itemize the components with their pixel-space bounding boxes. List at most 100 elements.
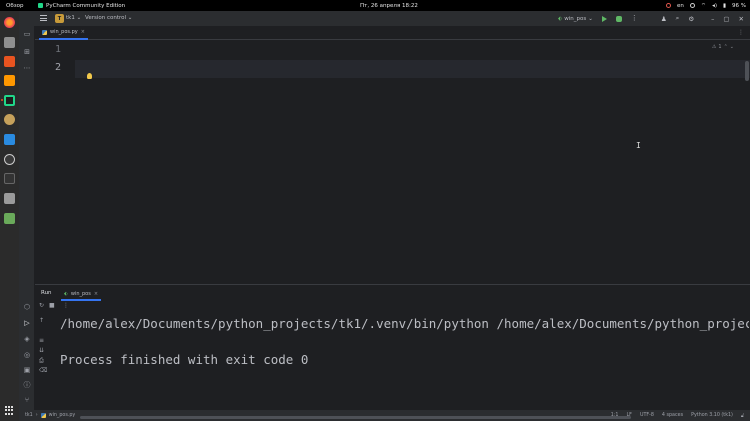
battery-icon: ▮ <box>722 2 727 9</box>
console-exit-line: Process finished with exit code 0 <box>60 352 309 367</box>
pycharm-icon[interactable] <box>4 95 15 106</box>
run-panel-header: Run ⬖ win_pos × <box>35 284 750 301</box>
run-toolbar: ↻ ■ ⋮ <box>35 300 750 311</box>
software-icon[interactable] <box>4 56 15 67</box>
python-packages-icon[interactable]: ⬡ <box>23 303 31 311</box>
project-tool-icon[interactable]: ▭ <box>23 30 31 38</box>
more-actions-icon[interactable]: ⋮ <box>631 15 638 22</box>
record-icon <box>666 3 672 8</box>
sublime-icon[interactable] <box>4 75 15 86</box>
activities-button[interactable]: Обзор <box>6 3 24 9</box>
title-actions: ⬖ win_pos ⌄ ⋮ ♟ ⌕ ⚙ – ▢ ✕ <box>558 13 744 24</box>
system-tray[interactable]: en ⌔ ◂) ▮ 96 % <box>666 2 746 9</box>
firefox-icon[interactable] <box>4 17 15 28</box>
mouse-cursor: I <box>636 141 641 150</box>
file-encoding[interactable]: UTF-8 <box>640 413 654 419</box>
inspection-widget[interactable]: ⚠ 1 ⌃ ⌄ <box>712 44 734 50</box>
ide-title-bar: T tk1 ⌄ Version control ⌄ ⬖ win_pos ⌄ ⋮ … <box>19 11 750 26</box>
editor-tab[interactable]: win_pos.py × <box>39 26 88 40</box>
close-icon[interactable]: × <box>81 29 85 35</box>
rerun-icon[interactable]: ↻ <box>39 302 44 309</box>
active-indicator <box>1 99 3 101</box>
stop-icon[interactable]: ■ <box>49 302 55 309</box>
clock[interactable]: Пт, 26 апреля 18:22 <box>360 3 418 9</box>
editor-tab-bar: win_pos.py × ⋮ <box>35 26 750 40</box>
trash-icon[interactable] <box>4 213 15 224</box>
files-icon[interactable] <box>4 37 15 48</box>
structure-tool-icon[interactable]: ⊞ <box>23 48 31 56</box>
trash-icon[interactable]: ⌫ <box>39 367 47 374</box>
line-number: 1 <box>54 44 61 55</box>
console-hscrollbar[interactable] <box>80 416 631 419</box>
user-icon[interactable]: ♟ <box>661 15 667 23</box>
python-file-icon <box>40 413 46 418</box>
python-file-icon <box>42 29 47 35</box>
more-tools-icon[interactable]: ⋯ <box>23 64 31 72</box>
python-console-icon[interactable]: ◎ <box>23 351 31 359</box>
breadcrumb-project[interactable]: tk1 <box>25 413 33 418</box>
more-tabs-icon[interactable]: ⋮ <box>738 29 744 36</box>
breadcrumb: tk1 › win_pos.py <box>25 413 75 418</box>
main-menu-icon[interactable] <box>40 15 47 21</box>
disk-icon[interactable] <box>4 193 15 204</box>
current-line-highlight <box>75 60 750 78</box>
editor-scrollbar[interactable] <box>745 61 749 81</box>
debug-icon[interactable] <box>615 15 622 22</box>
warning-icon: ⚠ <box>711 44 717 50</box>
run-tool-icon[interactable]: ▷ <box>23 319 31 327</box>
minimize-icon[interactable]: – <box>711 15 714 23</box>
console-command-line: /home/alex/Documents/python_projects/tk1… <box>60 316 749 331</box>
python-run-icon: ⬖ <box>558 15 563 22</box>
maximize-icon[interactable]: ▢ <box>723 15 729 23</box>
run-console-output[interactable]: /home/alex/Documents/python_projects/tk1… <box>49 311 749 411</box>
project-badge[interactable]: T <box>55 14 64 23</box>
close-icon[interactable]: ✕ <box>739 15 744 23</box>
indent-setting[interactable]: 4 spaces <box>662 413 683 419</box>
chevron-down-icon: ⌄ <box>588 15 593 22</box>
system-top-bar: Обзор PyCharm Community Edition Пт, 26 а… <box>0 0 750 11</box>
close-icon[interactable]: × <box>94 291 98 297</box>
lock-icon[interactable]: 🔓︎ <box>741 413 744 419</box>
run-icon[interactable] <box>601 15 607 22</box>
keyboard-layout[interactable]: en <box>677 3 684 9</box>
run-side-toolbar: ↑ ≡ ⇊ ⎙ ⌫ <box>35 311 49 411</box>
vscode-icon[interactable] <box>4 134 15 145</box>
python-run-icon: ⬖ <box>64 290 68 297</box>
search-icon[interactable]: ⌕ <box>676 14 680 23</box>
chevron-right-icon: › <box>35 413 38 418</box>
more-actions-icon[interactable]: ⋮ <box>63 302 69 309</box>
layers-icon[interactable]: ◈ <box>23 335 31 343</box>
run-config-selector[interactable]: ⬖ win_pos ⌄ <box>558 16 593 22</box>
code-editor[interactable]: 1 2 ⚠ 1 ⌃ ⌄ I <box>35 40 750 284</box>
app-name-label: PyCharm Community Edition <box>46 2 126 9</box>
chevron-down-icon: ⌄ <box>76 15 82 21</box>
scroll-up-icon[interactable]: ↑ <box>39 317 44 324</box>
python-interpreter[interactable]: Python 3.10 (tk1) <box>691 413 733 419</box>
project-selector[interactable]: tk1 ⌄ <box>66 15 81 21</box>
chevron-down-icon: ⌄ <box>127 15 133 21</box>
scroll-end-icon[interactable]: ⇊ <box>39 347 44 354</box>
tab-label: win_pos.py <box>50 29 78 35</box>
dock <box>0 11 19 421</box>
print-icon[interactable]: ⎙ <box>39 357 44 365</box>
gimp-icon[interactable] <box>4 114 15 125</box>
app-menu[interactable]: PyCharm Community Edition <box>38 3 125 9</box>
terminal-tool-icon[interactable]: ▣ <box>23 366 31 374</box>
problems-icon[interactable]: ⓘ <box>23 381 31 389</box>
vcs-selector[interactable]: Version control ⌄ <box>85 15 132 21</box>
chrome-icon[interactable] <box>4 154 15 165</box>
wifi-icon: ⌔ <box>700 3 707 9</box>
pycharm-small-icon <box>38 3 43 8</box>
shield-icon <box>689 3 695 8</box>
soft-wrap-icon[interactable]: ≡ <box>39 337 44 344</box>
breadcrumb-file[interactable]: win_pos.py <box>49 413 76 418</box>
line-number: 2 <box>54 62 61 73</box>
left-tool-strip: ▭ ⊞ ⋯ ⬡ ▷ ◈ ◎ ▣ ⓘ ⑂ <box>19 26 35 421</box>
terminal-icon[interactable] <box>4 173 15 184</box>
lightbulb-icon[interactable] <box>87 73 92 79</box>
show-apps-icon[interactable] <box>5 406 14 415</box>
run-panel-title: Run <box>41 290 52 296</box>
gear-icon[interactable]: ⚙ <box>688 15 694 23</box>
git-icon[interactable]: ⑂ <box>23 396 31 404</box>
line-gutter: 1 2 <box>35 40 75 284</box>
